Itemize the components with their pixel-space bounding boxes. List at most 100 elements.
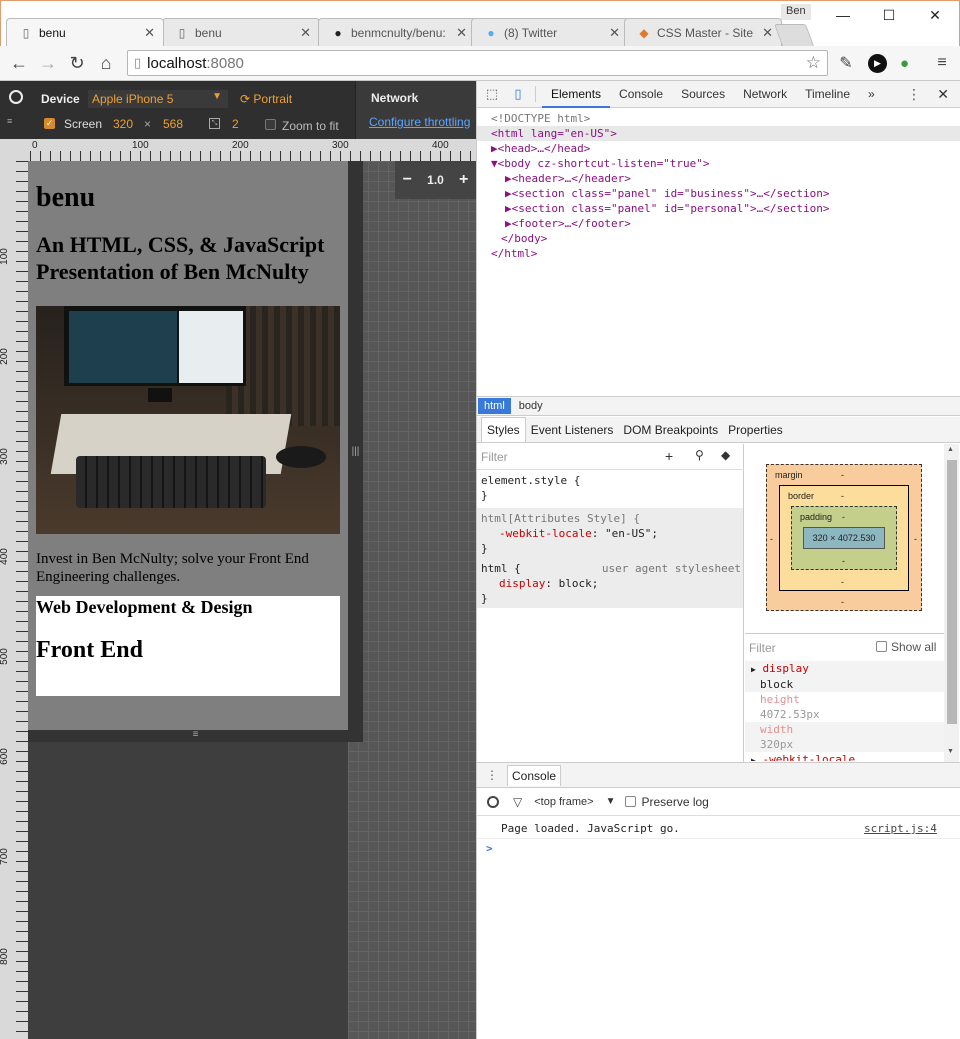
dom-node[interactable]: ▶<footer>…</footer> (505, 217, 631, 230)
zoom-to-fit-checkbox[interactable] (265, 119, 276, 130)
breadcrumb-body[interactable]: body (511, 398, 551, 414)
selector[interactable]: html { (481, 562, 521, 575)
dom-node[interactable]: </body> (501, 232, 547, 245)
screen-width-input[interactable]: 320 (113, 117, 133, 131)
ruler-label: 700 (0, 848, 10, 865)
bookmark-star-icon[interactable]: ☆ (806, 53, 821, 73)
box-model-padding[interactable]: padding - - 320 × 4072.530 (791, 506, 897, 570)
box-model-content[interactable]: 320 × 4072.530 (803, 527, 885, 549)
inspect-element-icon[interactable]: ⬚ (477, 86, 507, 102)
dom-node[interactable]: ▶<section class="panel" id="business">…<… (505, 187, 830, 200)
pin-icon[interactable]: ⚲ (695, 448, 704, 462)
frame-select[interactable]: <top frame> (534, 796, 593, 808)
minimize-button[interactable]: — (820, 0, 866, 30)
disable-emulation-icon[interactable] (9, 90, 23, 104)
eyedropper-extension-icon[interactable]: ✎ (834, 51, 858, 75)
device-select[interactable]: Apple iPhone 5 ▼ (88, 90, 228, 108)
clear-console-icon[interactable] (487, 795, 499, 808)
css-property[interactable]: -webkit-locale (499, 527, 592, 540)
computed-prop-value: 320px (745, 737, 945, 752)
emulated-page[interactable]: benu An HTML, CSS, & JavaScript Presenta… (28, 161, 348, 730)
screen-height-input[interactable]: 568 (163, 117, 183, 131)
close-devtools-icon[interactable]: ✕ (937, 86, 949, 103)
scrollbar[interactable]: ▲ ▼ (944, 444, 959, 762)
toggle-state-icon[interactable]: ◆ (721, 448, 730, 462)
back-arrow-icon[interactable]: ← (7, 51, 31, 75)
dom-node-selected[interactable]: <html lang="en-US"> (477, 126, 960, 141)
reload-icon[interactable]: ↻ (65, 51, 89, 75)
computed-prop-name[interactable]: display (762, 662, 808, 675)
settings-lines-icon[interactable]: ≡ (7, 117, 21, 129)
resize-width-handle[interactable]: ||| (348, 161, 363, 742)
zoom-in-button[interactable]: + (459, 171, 468, 189)
screen-checkbox[interactable]: ✓ (44, 118, 55, 129)
box-model-margin[interactable]: margin - - - - border - - padding - - 32… (766, 464, 922, 611)
dom-node[interactable]: <!DOCTYPE html> (477, 111, 960, 126)
page-info-icon[interactable]: ▯ (134, 55, 141, 71)
tab-event-listeners[interactable]: Event Listeners (526, 418, 619, 442)
breadcrumb-html[interactable]: html (478, 398, 511, 414)
maximize-button[interactable]: ☐ (866, 0, 912, 30)
preserve-log-checkbox[interactable] (625, 796, 637, 807)
browser-tab[interactable]: ● benmcnulty/benu: ✕ (318, 18, 476, 46)
menu-icon[interactable]: ≡ (930, 51, 954, 75)
tab-console-drawer[interactable]: Console (507, 764, 562, 786)
resize-height-handle[interactable]: ≡ (28, 730, 363, 742)
dom-node[interactable]: </html> (491, 247, 537, 260)
home-icon[interactable]: ⌂ (94, 51, 118, 75)
tab-properties[interactable]: Properties (723, 418, 788, 442)
tab-close-icon[interactable]: ✕ (300, 25, 311, 41)
scroll-up-icon[interactable]: ▲ (947, 446, 954, 453)
browser-tab[interactable]: ● (8) Twitter ✕ (471, 18, 629, 46)
browser-tab[interactable]: ◆ CSS Master - SiteP ✕ (624, 18, 782, 46)
selector[interactable]: html[Attributes Style] { (481, 511, 739, 526)
more-tabs-button[interactable]: » (859, 81, 884, 108)
tab-styles[interactable]: Styles (481, 417, 526, 442)
tab-close-icon[interactable]: ✕ (762, 25, 773, 41)
console-prompt[interactable]: > (486, 842, 493, 855)
rotate-orientation-button[interactable]: ⟳ Portrait (240, 92, 292, 106)
show-all-checkbox[interactable] (876, 641, 887, 652)
play-extension-icon[interactable]: ▶ (868, 54, 887, 73)
computed-prop-name[interactable]: width (745, 722, 945, 737)
tab-console[interactable]: Console (610, 81, 672, 108)
browser-tab[interactable]: ▯ benu ✕ (6, 18, 164, 46)
kebab-menu-icon[interactable]: ⋮ (907, 86, 921, 103)
tab-elements[interactable]: Elements (542, 81, 611, 108)
selector[interactable]: element.style { (481, 473, 741, 488)
browser-tab[interactable]: ▯ benu ✕ (162, 18, 320, 46)
profile-badge[interactable]: Ben (781, 4, 811, 20)
zoom-out-button[interactable]: − (403, 171, 412, 189)
scroll-down-icon[interactable]: ▼ (947, 748, 954, 755)
box-model-border[interactable]: border - - padding - - 320 × 4072.530 (779, 485, 909, 591)
console-source-link[interactable]: script.js:4 (864, 822, 937, 835)
tab-network[interactable]: Network (734, 81, 796, 108)
dom-node[interactable]: ▼<body cz-shortcut-listen="true"> (491, 157, 710, 170)
new-style-rule-icon[interactable]: + (665, 448, 673, 464)
styles-filter-input[interactable]: Filter (481, 450, 508, 464)
tab-dom-breakpoints[interactable]: DOM Breakpoints (618, 418, 723, 442)
computed-prop-name[interactable]: height (745, 692, 945, 707)
tab-close-icon[interactable]: ✕ (144, 25, 155, 41)
scrollbar-thumb[interactable] (947, 460, 957, 724)
computed-prop-name[interactable]: -webkit-locale (762, 753, 855, 761)
tab-timeline[interactable]: Timeline (796, 81, 859, 108)
css-value[interactable]: "en-US" (605, 527, 651, 540)
extension-icon[interactable]: ● (900, 55, 918, 72)
dom-node[interactable]: ▶<section class="panel" id="personal">…<… (505, 202, 830, 215)
drawer-menu-icon[interactable]: ⋮ (477, 768, 507, 782)
tab-close-icon[interactable]: ✕ (609, 25, 620, 41)
forward-arrow-icon[interactable]: → (36, 51, 60, 75)
dom-node[interactable]: ▶<head>…</head> (491, 142, 590, 155)
configure-throttling-link[interactable]: Configure throttling (369, 115, 475, 129)
tab-sources[interactable]: Sources (672, 81, 734, 108)
address-bar[interactable]: ▯ localhost:8080 ☆ (127, 50, 828, 76)
dom-node[interactable]: ▶<header>…</header> (505, 172, 631, 185)
chevron-down-icon[interactable]: ▼ (606, 796, 616, 807)
dpr-input[interactable]: 2 (232, 117, 239, 131)
device-mode-icon[interactable]: ▯ (507, 86, 529, 102)
tab-close-icon[interactable]: ✕ (456, 25, 467, 41)
computed-filter-input[interactable]: Filter (749, 641, 776, 655)
close-window-button[interactable]: ✕ (912, 0, 958, 30)
filter-icon[interactable]: ▽ (513, 795, 522, 809)
